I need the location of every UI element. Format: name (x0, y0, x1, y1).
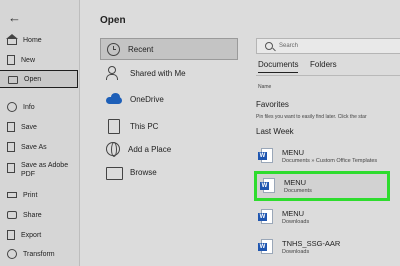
adobe-pdf-icon (7, 163, 15, 173)
onedrive-cloud-icon (106, 92, 122, 106)
nav-print[interactable]: Print (0, 185, 80, 205)
file-item[interactable]: W TNHS_SSG-AAR Downloads (258, 233, 398, 261)
favorites-hint: Pin files you want to easily find later.… (256, 114, 367, 120)
people-icon (106, 66, 122, 80)
location-browse[interactable]: Browse (100, 161, 238, 183)
nav-info-label: Info (23, 103, 35, 111)
file-path: Downloads (282, 218, 310, 225)
export-icon (7, 230, 15, 240)
location-onedrive[interactable]: OneDrive (100, 88, 238, 110)
nav-home-label: Home (23, 36, 42, 44)
nav-home[interactable]: Home (0, 30, 80, 50)
column-header-name[interactable]: Name (258, 84, 271, 90)
nav-save[interactable]: Save (0, 117, 80, 137)
nav-info[interactable]: Info (0, 97, 80, 117)
location-shared-label: Shared with Me (130, 68, 186, 78)
clock-icon (107, 42, 120, 56)
file-path: Documents » Custom Office Templates (282, 157, 378, 164)
nav-new-label: New (21, 56, 36, 64)
nav-save-as-adobe-pdf-label: Save as Adobe PDF (21, 162, 69, 178)
nav-export-label: Export (21, 231, 42, 239)
word-document-icon: W (258, 148, 274, 164)
transform-icon (7, 249, 17, 259)
search-box[interactable]: Search (256, 38, 400, 54)
info-icon (7, 102, 17, 112)
location-this-pc-label: This PC (130, 121, 159, 131)
tab-folders[interactable]: Folders (310, 60, 337, 69)
last-week-heading: Last Week (256, 127, 294, 136)
nav-save-as-adobe-pdf[interactable]: Save as Adobe PDF (0, 161, 80, 187)
file-name: TNHS_SSG-AAR (282, 238, 341, 248)
open-panel: Open Recent Shared with Me OneDrive This… (80, 0, 400, 266)
location-recent-label: Recent (128, 44, 154, 54)
new-document-icon (7, 55, 15, 65)
folder-open-icon (8, 76, 18, 84)
tabs-divider (256, 75, 400, 76)
nav-export[interactable]: Export (0, 225, 80, 245)
nav-save-label: Save (21, 123, 37, 131)
file-name: MENU (282, 147, 305, 157)
file-item[interactable]: W MENU Downloads (258, 203, 398, 231)
location-recent[interactable]: Recent (100, 38, 238, 60)
home-icon (6, 34, 18, 45)
nav-new[interactable]: New (0, 50, 80, 70)
nav-save-as[interactable]: Save As (0, 137, 80, 157)
nav-open[interactable]: Open (0, 70, 78, 88)
back-arrow-icon[interactable]: ← (8, 10, 24, 26)
location-add-a-place[interactable]: Add a Place (100, 138, 238, 160)
globe-icon (106, 142, 120, 157)
nav-open-label: Open (24, 75, 42, 83)
file-item[interactable]: W MENU Documents » Custom Office Templat… (258, 142, 398, 170)
word-document-icon: W (260, 178, 276, 194)
location-onedrive-label: OneDrive (130, 94, 164, 104)
file-name: MENU (284, 177, 307, 187)
save-as-icon (7, 142, 15, 152)
nav-transform-label: Transform (23, 250, 55, 258)
file-path: Downloads (282, 248, 310, 255)
nav-transform[interactable]: Transform (0, 244, 80, 264)
file-path: Documents (284, 187, 312, 194)
search-placeholder: Search (279, 43, 299, 49)
location-shared-with-me[interactable]: Shared with Me (100, 62, 238, 84)
word-document-icon: W (258, 209, 274, 225)
nav-share[interactable]: Share (0, 205, 80, 225)
file-name: MENU (282, 208, 305, 218)
nav-share-label: Share (23, 211, 42, 219)
left-navigation: ← Home New Open Info Save Save As Save a… (0, 0, 80, 266)
nav-print-label: Print (23, 191, 38, 199)
location-add-place-label: Add a Place (128, 144, 172, 154)
location-this-pc[interactable]: This PC (100, 115, 238, 137)
favorites-heading: Favorites (256, 100, 289, 109)
computer-icon (106, 119, 122, 134)
folder-icon (106, 165, 123, 180)
share-icon (7, 211, 17, 219)
print-icon (7, 192, 17, 198)
tab-documents[interactable]: Documents (258, 60, 299, 73)
file-item-highlighted[interactable]: W MENU Documents (254, 171, 390, 201)
location-browse-label: Browse (130, 167, 157, 177)
search-icon (265, 42, 273, 50)
page-title: Open (100, 15, 126, 26)
word-document-icon: W (258, 239, 274, 255)
nav-save-as-label: Save As (21, 143, 47, 151)
save-icon (7, 122, 15, 132)
